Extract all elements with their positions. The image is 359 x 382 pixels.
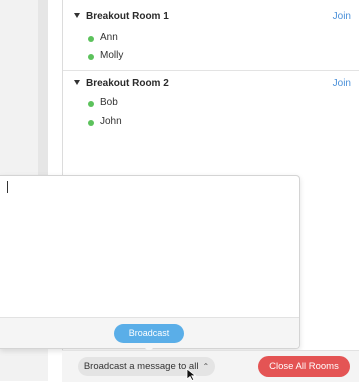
close-all-rooms-button[interactable]: Close All Rooms [258, 356, 350, 377]
text-cursor [7, 181, 8, 193]
status-dot-icon [88, 120, 94, 126]
member-item: John [63, 114, 359, 134]
join-link[interactable]: Join [333, 78, 351, 89]
room-divider [63, 70, 359, 71]
member-item: Bob [63, 95, 359, 115]
join-link[interactable]: Join [333, 11, 351, 22]
room-header-1[interactable]: Breakout Room 1 Join [63, 6, 359, 30]
member-name: John [100, 116, 122, 127]
background-window-edge [38, 0, 48, 175]
member-item: Ann [63, 30, 359, 50]
caret-down-icon[interactable] [74, 80, 80, 85]
mouse-pointer-icon [186, 368, 197, 381]
member-name: Bob [100, 97, 118, 108]
chevron-up-icon: ⌃ [202, 362, 210, 371]
member-name: Ann [100, 32, 118, 43]
member-item: Molly [63, 48, 359, 68]
bottom-bar: Broadcast a message to all ⌃ Close All Ro… [62, 350, 359, 382]
member-name: Molly [100, 50, 124, 61]
room-title: Breakout Room 2 [86, 78, 169, 89]
broadcast-menu-label: Broadcast a message to all [83, 361, 199, 372]
broadcast-message-field[interactable] [0, 176, 299, 316]
caret-down-icon[interactable] [74, 13, 80, 18]
room-header-2[interactable]: Breakout Room 2 Join [63, 73, 359, 97]
status-dot-icon [88, 101, 94, 107]
popup-footer: Broadcast [0, 317, 299, 348]
room-title: Breakout Room 1 [86, 11, 169, 22]
broadcast-popup: Broadcast [0, 175, 300, 349]
broadcast-button[interactable]: Broadcast [114, 324, 184, 343]
status-dot-icon [88, 36, 94, 42]
status-dot-icon [88, 54, 94, 60]
